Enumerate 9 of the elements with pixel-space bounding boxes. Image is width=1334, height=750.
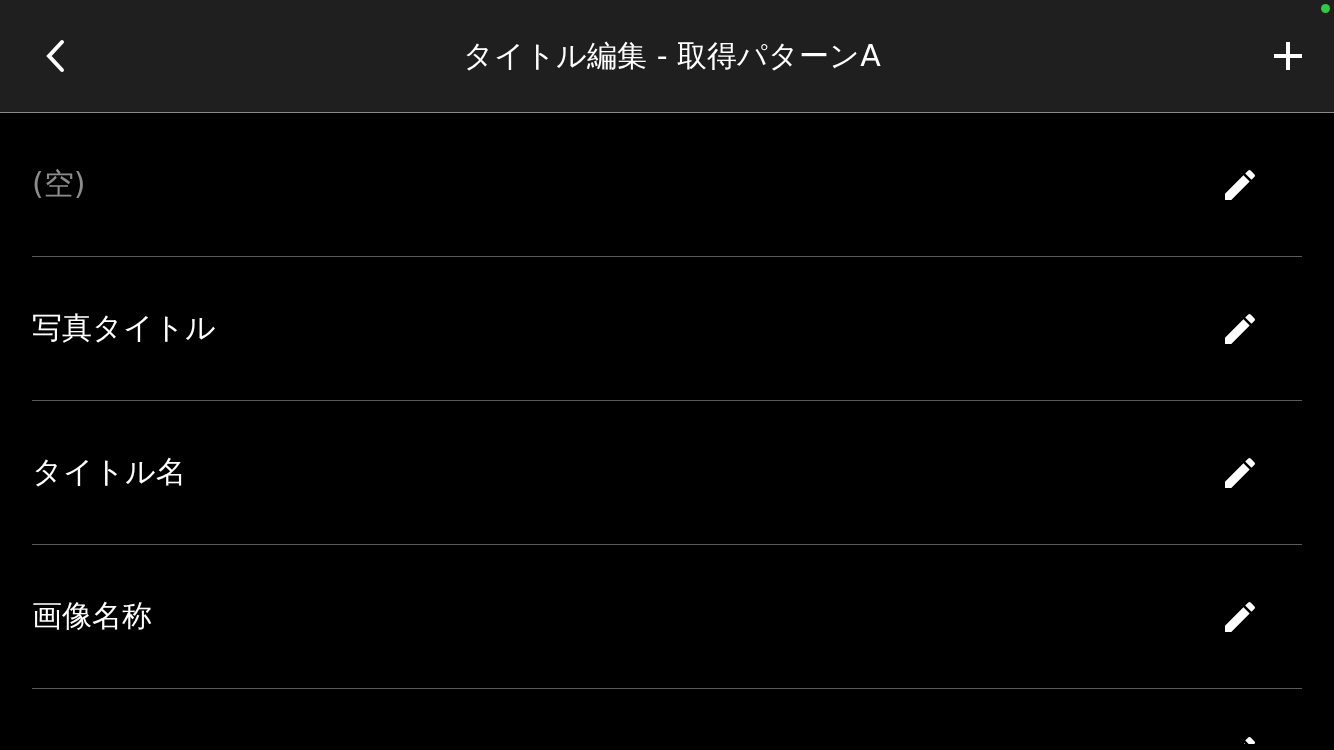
status-dot-icon: [1321, 4, 1330, 13]
add-button[interactable]: [1272, 40, 1304, 72]
item-label: タイトル名: [32, 453, 187, 491]
item-label: (空): [32, 165, 87, 203]
item-label: 写真タイトル: [32, 309, 217, 347]
pencil-icon: [1244, 737, 1256, 744]
screen-title: タイトル編集 - 取得パターンA: [462, 36, 882, 75]
item-label: 画像名称: [32, 597, 153, 635]
plus-icon: [1272, 40, 1304, 72]
